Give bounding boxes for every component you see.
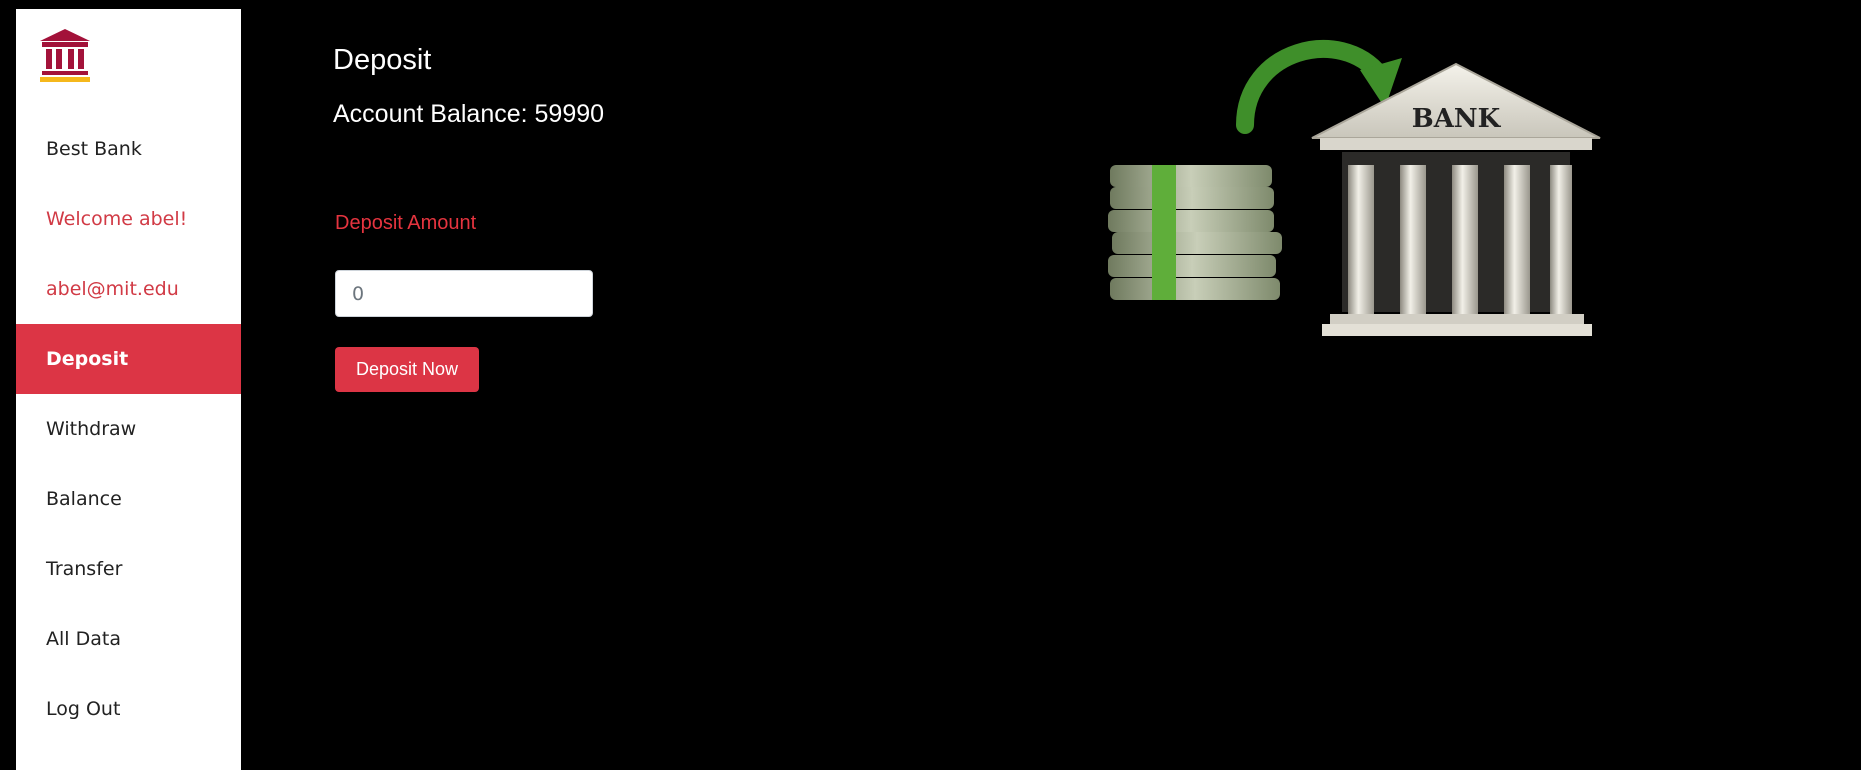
page: Best Bank Welcome abel! abel@mit.edu Dep…: [0, 0, 1861, 770]
deposit-amount-input[interactable]: [335, 270, 593, 317]
deposit-amount-label: Deposit Amount: [335, 212, 477, 234]
bank-logo-icon[interactable]: [40, 29, 90, 83]
money-stack-icon: [1108, 165, 1282, 300]
sidebar-item-log-out[interactable]: Log Out: [16, 674, 241, 744]
sidebar-item-withdraw[interactable]: Withdraw: [16, 394, 241, 464]
bank-sign-text: BANK: [1412, 104, 1502, 134]
sidebar-item-best-bank[interactable]: Best Bank: [16, 114, 241, 184]
sidebar-item-deposit[interactable]: Deposit: [16, 324, 241, 394]
deposit-illustration: BANK: [1080, 30, 1630, 375]
sidebar-item-balance[interactable]: Balance: [16, 464, 241, 534]
sidebar-item-transfer[interactable]: Transfer: [16, 534, 241, 604]
page-title: Deposit: [333, 44, 432, 76]
deposit-now-button[interactable]: Deposit Now: [335, 347, 479, 392]
sidebar-item-all-data[interactable]: All Data: [16, 604, 241, 674]
sidebar-nav: Best Bank Welcome abel! abel@mit.edu Dep…: [16, 9, 241, 770]
bank-building-icon: BANK: [1311, 62, 1601, 336]
account-balance: Account Balance: 59990: [333, 100, 605, 128]
sidebar-item-welcome: Welcome abel!: [46, 208, 188, 230]
sidebar-item-email: abel@mit.edu: [46, 278, 179, 300]
